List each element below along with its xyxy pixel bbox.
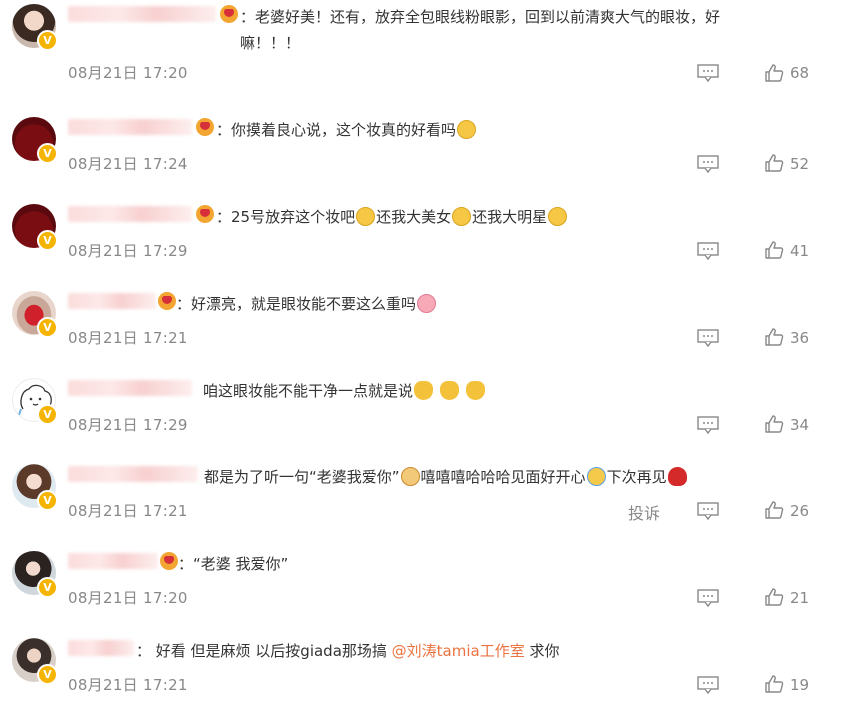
- fan-badge-icon: [196, 205, 214, 223]
- comment-time: 08月21日 17:20: [68, 589, 188, 607]
- username-redacted[interactable]: [68, 119, 192, 135]
- like-count: 41: [790, 242, 810, 260]
- comment-item: V ：你摸着良心说，这个妆真的好看吗 08月21日 17:24 52: [0, 113, 846, 200]
- comment-text: 都是为了听一句“老婆我爱你” 嘻嘻嘻哈哈哈见面好开心 下次再见: [204, 464, 688, 490]
- like-count: 68: [790, 64, 810, 82]
- comment-text: ：“老婆 我爱你”: [178, 555, 289, 573]
- verified-badge-icon: V: [37, 577, 58, 598]
- username-redacted[interactable]: [68, 6, 216, 22]
- comment-icon[interactable]: [697, 416, 719, 434]
- comment-icon[interactable]: [697, 329, 719, 347]
- sad-face-icon: [452, 207, 472, 226]
- comment-icon[interactable]: [697, 155, 719, 173]
- thumb-up-icon[interactable]: [764, 240, 784, 260]
- hug-emoji-icon: [439, 381, 459, 400]
- sad-face-icon: [356, 207, 376, 226]
- username-redacted[interactable]: [68, 553, 158, 569]
- sad-face-icon: [457, 120, 477, 139]
- comment-time: 08月21日 17:29: [68, 416, 188, 434]
- comment-time: 08月21日 17:24: [68, 155, 188, 173]
- comment-time: 08月21日 17:29: [68, 242, 188, 260]
- verified-badge-icon: V: [37, 143, 58, 164]
- dog-face-icon: [400, 467, 420, 486]
- report-button[interactable]: 投诉: [628, 500, 660, 524]
- comment-item: V ：25号放弃这个妆吧 还我大美女 还我大明星 08月21日 17:29 41: [0, 200, 846, 287]
- comment-icon[interactable]: [697, 242, 719, 260]
- comment-icon[interactable]: [697, 502, 719, 520]
- thumb-up-icon[interactable]: [764, 63, 784, 83]
- comment-icon[interactable]: [697, 676, 719, 694]
- like-count: 19: [790, 676, 810, 694]
- verified-badge-icon: V: [37, 230, 58, 251]
- comment-icon[interactable]: [697, 589, 719, 607]
- like-count: 36: [790, 329, 810, 347]
- hug-emoji-icon: [465, 381, 485, 400]
- fan-badge-icon: [220, 5, 238, 23]
- hug-emoji-icon: [414, 381, 434, 400]
- comment-text: ：你摸着良心说，这个妆真的好看吗: [216, 117, 477, 143]
- thumb-up-icon[interactable]: [764, 414, 784, 434]
- username-redacted[interactable]: [68, 380, 192, 396]
- username-redacted[interactable]: [68, 640, 134, 656]
- verified-badge-icon: V: [37, 30, 58, 51]
- mention-link[interactable]: @刘涛tamia工作室: [392, 642, 525, 660]
- comment-text: ： 好看 但是麻烦 以后按giada那场搞 @刘涛tamia工作室 求你: [136, 642, 560, 660]
- like-count: 26: [790, 502, 810, 520]
- verified-badge-icon: V: [37, 490, 58, 511]
- comment-item: V 都是为了听一句“老婆我爱你” 嘻嘻嘻哈哈哈见面好开心 下次再见 08月21日 1…: [0, 460, 846, 547]
- comment-item: V ：好漂亮，就是眼妆能不要这么重吗 08月21日 17:21 36: [0, 287, 846, 374]
- like-count: 21: [790, 589, 810, 607]
- thumb-up-icon[interactable]: [764, 327, 784, 347]
- comment-time: 08月21日 17:21: [68, 502, 188, 520]
- comment-icon[interactable]: [697, 64, 719, 82]
- thumb-up-icon[interactable]: [764, 500, 784, 520]
- comment-item: V 咱这眼妆能不能干净一点就是说 08月21日 17:29 34: [0, 374, 846, 461]
- comment-item: V ：老婆好美！还有，放弃全包眼线粉眼影，回到以前清爽大气的眼妆，好嘛！！！ 0…: [0, 0, 846, 87]
- like-count: 34: [790, 416, 810, 434]
- username-redacted[interactable]: [68, 466, 198, 482]
- verified-badge-icon: V: [37, 404, 58, 425]
- fan-badge-icon: [160, 552, 178, 570]
- thumb-up-icon[interactable]: [764, 153, 784, 173]
- verified-badge-icon: V: [37, 317, 58, 338]
- comment-text: ：老婆好美！还有，放弃全包眼线粉眼影，回到以前清爽大气的眼妆，好嘛！！！: [240, 8, 721, 52]
- comment-time: 08月21日 17:21: [68, 329, 188, 347]
- thumb-up-icon[interactable]: [764, 587, 784, 607]
- comment-text: ：25号放弃这个妆吧 还我大美女 还我大明星: [216, 204, 568, 230]
- username-redacted[interactable]: [68, 206, 192, 222]
- rose-icon: [667, 467, 687, 486]
- sad-face-icon: [548, 207, 568, 226]
- wave-hello-icon: [586, 467, 606, 486]
- like-count: 52: [790, 155, 810, 173]
- username-redacted[interactable]: [68, 293, 156, 309]
- comment-time: 08月21日 17:21: [68, 676, 188, 694]
- fan-badge-icon: [196, 118, 214, 136]
- comment-time: 08月21日 17:20: [68, 64, 188, 82]
- verified-badge-icon: V: [37, 664, 58, 685]
- shy-face-icon: [417, 294, 437, 313]
- comment-text: ：好漂亮，就是眼妆能不要这么重吗: [176, 291, 437, 317]
- thumb-up-icon[interactable]: [764, 674, 784, 694]
- fan-badge-icon: [158, 292, 176, 310]
- comment-item: V ：“老婆 我爱你” 08月21日 17:20 21: [0, 547, 846, 634]
- comment-text: 咱这眼妆能不能干净一点就是说: [203, 378, 486, 404]
